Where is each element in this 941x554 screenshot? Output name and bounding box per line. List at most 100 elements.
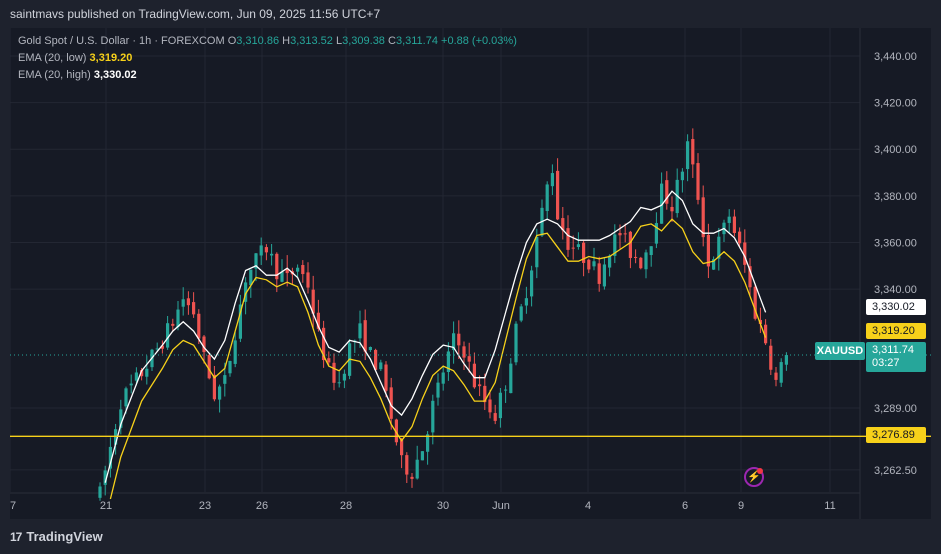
y-tick-label: 3,289.00 <box>874 403 917 415</box>
candle-body <box>519 306 523 321</box>
tradingview-mark-icon: 17 <box>10 530 22 544</box>
candle-body <box>696 163 700 200</box>
candle-body <box>301 265 305 275</box>
footer-bar <box>0 519 941 554</box>
candle-body <box>192 302 196 315</box>
y-tick-label: 3,400.00 <box>874 144 917 156</box>
ema-low-label: EMA (20, low) <box>18 52 87 64</box>
tradingview-logo[interactable]: 17 TradingView <box>10 529 103 544</box>
candle-body <box>342 373 346 381</box>
candle-body <box>327 358 331 363</box>
candle-body <box>535 236 539 268</box>
low-value: 3,309.38 <box>342 35 385 47</box>
candle-body <box>498 392 502 419</box>
candle-body <box>457 333 461 346</box>
close-value: 3,311.74 <box>395 35 438 47</box>
candle-body <box>488 399 492 413</box>
x-tick-label: 26 <box>256 500 268 512</box>
x-tick-label: 9 <box>738 500 744 512</box>
y-tick-label: 3,440.00 <box>874 51 917 63</box>
candle-body <box>270 253 274 256</box>
candle-body <box>306 272 310 288</box>
brand-name: TradingView <box>26 529 103 544</box>
last-price-box: 3,311.74 03:27 <box>866 342 926 372</box>
x-tick-label: 6 <box>682 500 688 512</box>
candle-body <box>358 323 362 339</box>
candle-body <box>296 267 300 272</box>
legend-ema-high[interactable]: EMA (20, high) 3,330.02 <box>18 69 137 81</box>
candle-body <box>441 372 445 384</box>
candle-body <box>264 247 268 253</box>
candle-body <box>514 323 518 363</box>
candle-body <box>332 362 336 383</box>
candle-body <box>171 323 175 326</box>
candle-body <box>774 372 778 380</box>
candle-body <box>691 139 695 165</box>
candle-body <box>670 206 674 212</box>
candle-body <box>98 486 102 498</box>
symbol-description[interactable]: Gold Spot / U.S. Dollar · 1h · FOREXCOM <box>18 35 225 47</box>
y-tick-label: 3,262.50 <box>874 465 917 477</box>
candle-body <box>571 247 575 249</box>
price-chart[interactable]: 3,440.00 3,420.00 3,400.00 3,380.00 3,360.00… <box>10 28 931 519</box>
candle-body <box>592 261 596 267</box>
candle-body <box>400 440 404 456</box>
x-tick-label: 30 <box>437 500 449 512</box>
candle-body <box>727 216 731 223</box>
candle-body <box>384 364 388 391</box>
candle-body <box>493 413 497 421</box>
candle-body <box>426 434 430 452</box>
candle-body <box>405 455 409 475</box>
candle-body <box>202 336 206 353</box>
ema-low-value: 3,319.20 <box>89 52 133 64</box>
candle-body <box>228 360 232 374</box>
candle-body <box>576 244 580 247</box>
candle-body <box>176 309 180 327</box>
candle-body <box>197 313 201 339</box>
candle-body <box>550 173 554 187</box>
x-tick-label: 23 <box>199 500 211 512</box>
candle-body <box>223 375 227 384</box>
candle-body <box>420 451 424 461</box>
candle-body <box>462 346 466 358</box>
candle-body <box>649 246 653 256</box>
candle-body <box>166 323 170 348</box>
bar-countdown: 03:27 <box>872 357 900 369</box>
candle-body <box>686 141 690 170</box>
x-tick-label: Jun <box>492 500 510 512</box>
candle-body <box>738 231 742 244</box>
alert-notification-dot <box>757 468 763 474</box>
candle-body <box>233 340 237 364</box>
high-value: 3,313.52 <box>290 35 333 47</box>
legend-symbol-row: Gold Spot / U.S. Dollar · 1h · FOREXCOM … <box>18 35 517 47</box>
candle-body <box>436 382 440 398</box>
candle-body <box>608 255 612 268</box>
candle-body <box>410 476 414 479</box>
candle-body <box>337 382 341 384</box>
candle-body <box>524 298 528 306</box>
open-value: 3,310.86 <box>236 35 280 47</box>
candle-body <box>467 356 471 362</box>
candle-body <box>218 386 222 400</box>
candle-body <box>779 362 783 383</box>
legend-ema-low[interactable]: EMA (20, low) 3,319.20 <box>18 52 132 64</box>
candle-body <box>634 256 638 258</box>
last-price-value: 3,311.74 <box>872 344 915 356</box>
candle-body <box>259 245 263 256</box>
candle-body <box>504 389 508 391</box>
candle-body <box>680 171 684 181</box>
candle-body <box>363 320 367 352</box>
symbol-tag: XAUUSD <box>815 342 865 360</box>
candle-body <box>618 233 622 236</box>
published-line: saintmavs published on TradingView.com, … <box>10 7 381 21</box>
y-tick-label: 3,340.00 <box>874 284 917 296</box>
candle-body <box>186 298 190 306</box>
candle-body <box>639 257 643 269</box>
candle-body <box>545 184 549 212</box>
x-tick-label: 21 <box>100 500 112 512</box>
candle-body <box>623 233 627 235</box>
candle-body <box>587 259 591 270</box>
high-label: H <box>282 35 291 47</box>
y-tick-label: 3,420.00 <box>874 98 917 110</box>
candle-body <box>597 263 601 284</box>
